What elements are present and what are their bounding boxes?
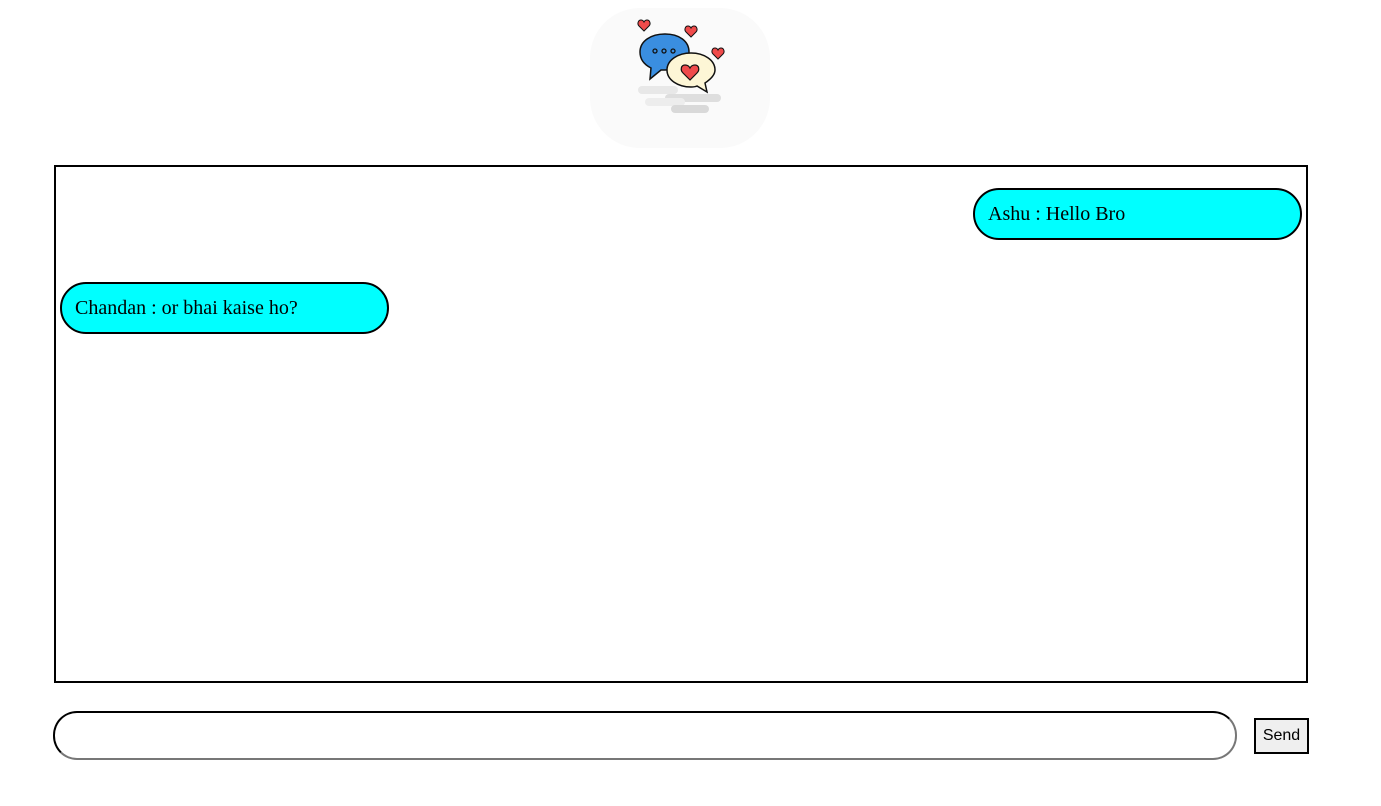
send-button[interactable]: Send (1254, 718, 1309, 754)
message-bubble-left: Chandan : or bhai kaise ho? (60, 282, 389, 334)
message-input[interactable] (53, 711, 1237, 760)
message-bubble-right: Ashu : Hello Bro (973, 188, 1302, 240)
chat-messages-area: Ashu : Hello Bro Chandan : or bhai kaise… (54, 165, 1308, 683)
chat-hearts-logo (585, 8, 775, 153)
